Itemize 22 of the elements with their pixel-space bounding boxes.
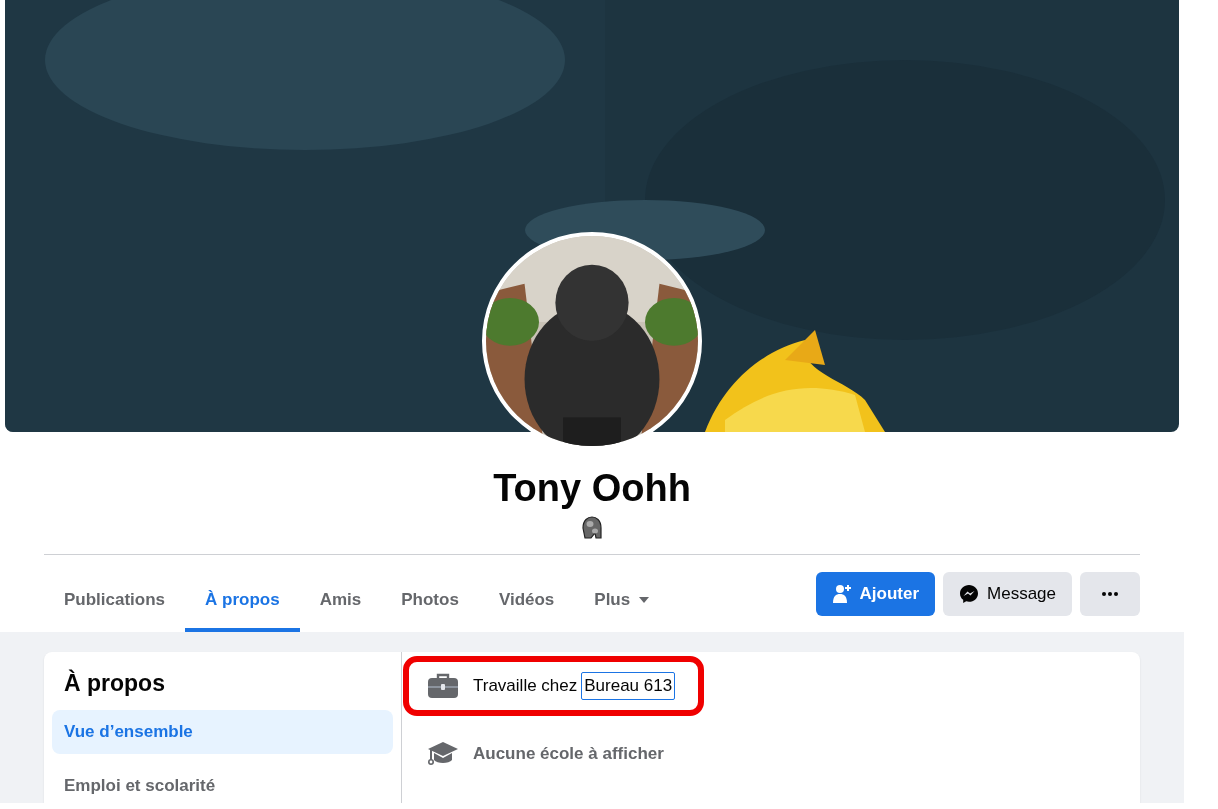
school-text: Aucune école à afficher [473, 743, 664, 766]
gorilla-icon [579, 513, 605, 540]
messenger-icon [959, 584, 979, 604]
sidebar-item[interactable]: Emploi et scolarité [52, 763, 393, 803]
message-button[interactable]: Message [943, 572, 1072, 616]
workplace-link[interactable]: Bureau 613 [581, 672, 676, 700]
briefcase-icon [427, 673, 459, 699]
more-icon [1101, 591, 1119, 597]
profile-tab[interactable]: Photos [381, 572, 479, 632]
profile-tab[interactable]: Plus [574, 572, 671, 632]
sidebar-item[interactable]: Vue d’ensemble [52, 709, 393, 754]
add-friend-button[interactable]: Ajouter [815, 572, 935, 616]
caret-icon [638, 596, 651, 604]
profile-tab[interactable]: Publications [44, 572, 186, 632]
profile-tab[interactable]: Vidéos [478, 572, 575, 632]
section-title: À propos [63, 668, 166, 698]
profile-name: Tony Oohh [492, 466, 692, 511]
more-button[interactable] [1080, 572, 1140, 616]
graduation-cap-icon [427, 740, 459, 768]
add-friend-icon [831, 584, 852, 604]
profile-tab[interactable]: Amis [299, 572, 382, 632]
work-text: Travaille chez [473, 675, 578, 698]
